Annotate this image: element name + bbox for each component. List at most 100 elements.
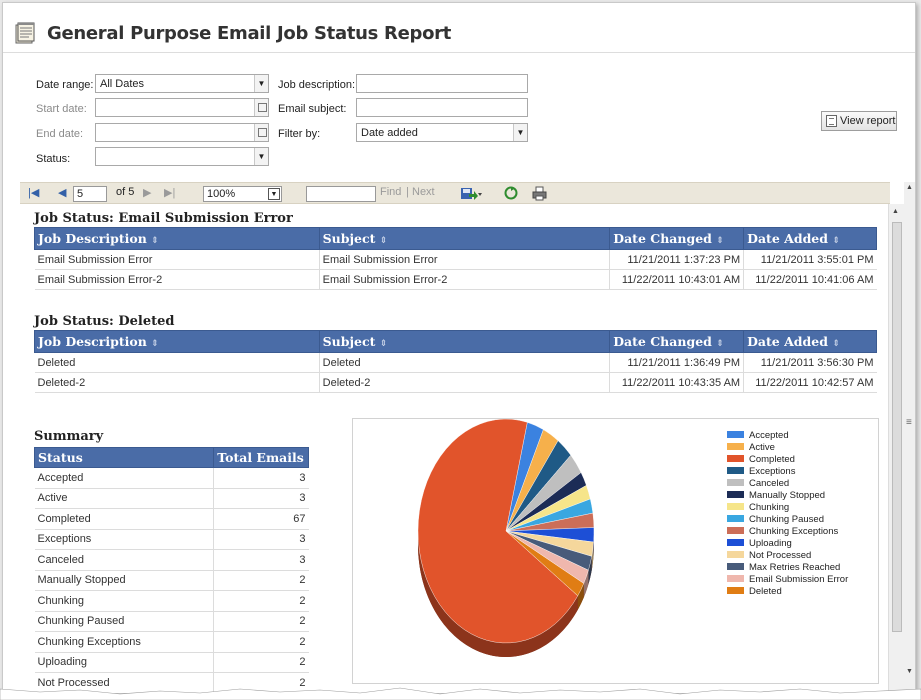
legend-label: Chunking Exceptions [749,526,839,537]
chevron-down-icon[interactable]: ▼ [268,188,280,200]
print-icon[interactable] [532,186,547,201]
chevron-down-icon[interactable]: ▼ [513,124,527,141]
summary-status-header: Status [33,447,215,468]
calendar-icon[interactable] [254,99,268,116]
scroll-down-icon[interactable]: ▼ [906,668,913,675]
legend-label: Completed [749,454,795,465]
legend-item: Canceled [727,478,848,490]
legend-swatch [727,455,744,462]
page-title: General Purpose Email Job Status Report [47,23,452,44]
first-page-icon[interactable]: |◀ [28,186,39,199]
summary-total-cell: 3 [213,488,309,509]
column-header-date-changed[interactable]: Date Changed ⇕ [609,330,745,353]
scroll-up-icon[interactable]: ▲ [892,208,899,215]
report-scrollbar[interactable]: ▲ [888,204,904,692]
page-scrollbar[interactable]: ▲ ≡ ▼ [904,182,915,692]
summary-row: Accepted 3 [34,467,309,489]
email-subject-field[interactable] [356,98,528,117]
section-title: Job Status: Deleted [34,314,175,329]
summary-row: Uploading 2 [34,652,309,673]
date-changed-cell: 11/22/2011 10:43:01 AM [609,269,744,290]
title-bar: General Purpose Email Job Status Report [3,3,915,53]
filter-by-select[interactable]: Date added ▼ [356,123,528,142]
summary-status-cell: Accepted [34,467,214,489]
column-header-subject[interactable]: Subject ⇕ [318,227,611,250]
report-toolbar: |◀ ◀ 5 of 5 ▶ ▶| 100% ▼ Find | Next [20,182,890,204]
summary-total-cell: 2 [213,611,309,632]
summary-total-cell: 3 [213,529,309,550]
table-row: Email Submission Error Email Submission … [34,249,877,270]
status-select[interactable]: ▼ [95,147,269,166]
legend-item: Exceptions [727,466,848,478]
legend-item: Completed [727,454,848,466]
start-date-field[interactable] [95,98,269,117]
date-range-select[interactable]: All Dates ▼ [95,74,269,93]
sort-icon: ⇕ [832,236,840,246]
legend-swatch [727,539,744,546]
legend-item: Max Retries Reached [727,562,848,574]
zoom-select[interactable]: 100% ▼ [203,186,282,202]
legend-label: Max Retries Reached [749,562,841,573]
job-description-cell: Deleted [34,352,320,373]
calendar-icon[interactable] [254,124,268,141]
legend-item: Accepted [727,430,848,442]
job-description-cell: Deleted-2 [34,372,320,393]
end-date-field[interactable] [95,123,269,142]
filter-by-value: Date added [361,127,418,139]
sort-icon: ⇕ [716,236,724,246]
summary-row: Chunking 2 [34,590,309,612]
export-icon[interactable] [460,186,482,201]
table-row: Email Submission Error-2 Email Submissio… [34,269,877,290]
sort-icon: ⇕ [379,339,388,349]
find-separator: | [406,186,409,198]
column-header-date-changed[interactable]: Date Changed ⇕ [609,227,745,250]
legend-swatch [727,551,744,558]
column-header-date-added[interactable]: Date Added ⇕ [743,227,877,250]
legend-label: Chunking Paused [749,514,824,525]
subject-cell: Deleted-2 [318,372,610,393]
summary-row: Manually Stopped 2 [34,570,309,591]
legend-swatch [727,575,744,582]
start-date-label: Start date: [36,103,87,115]
page-number-input[interactable]: 5 [73,186,107,202]
column-header-date-added[interactable]: Date Added ⇕ [743,330,877,353]
summary-status-cell: Completed [34,508,214,530]
view-report-button[interactable]: View report [821,111,897,131]
legend-item: Manually Stopped [727,490,848,502]
last-page-icon[interactable]: ▶| [164,186,175,199]
chevron-down-icon[interactable]: ▼ [254,148,268,165]
job-status-table: Job Description ⇕ Subject ⇕ Date Changed… [34,330,877,393]
legend-label: Email Submission Error [749,574,849,585]
previous-page-icon[interactable]: ◀ [58,186,66,199]
pie-chart-canvas [417,418,595,657]
legend-label: Chunking [749,502,790,513]
legend-label: Active [749,442,775,453]
scroll-grip-icon[interactable]: ≡ [906,417,912,428]
zoom-value: 100% [207,188,236,200]
summary-status-cell: Chunking Exceptions [34,631,214,653]
column-header-job-description[interactable]: Job Description ⇕ [34,330,320,353]
sort-icon: ⇕ [716,339,724,349]
legend-swatch [727,563,744,570]
next-link[interactable]: Next [412,186,435,198]
scrollbar-thumb[interactable] [892,222,902,632]
summary-row: Chunking Paused 2 [34,611,309,632]
find-input[interactable] [306,186,376,202]
date-changed-cell: 11/21/2011 1:37:23 PM [609,249,744,270]
legend-swatch [727,491,744,498]
legend-swatch [727,515,744,522]
chevron-down-icon[interactable]: ▼ [254,75,268,92]
next-page-icon[interactable]: ▶ [143,186,151,199]
legend-item: Active [727,442,848,454]
scroll-up-icon[interactable]: ▲ [906,184,913,191]
date-range-label: Date range: [36,79,94,91]
column-header-subject[interactable]: Subject ⇕ [318,330,611,353]
job-description-field[interactable] [356,74,528,93]
legend-swatch [727,479,744,486]
refresh-icon[interactable] [504,186,518,200]
job-description-cell: Email Submission Error-2 [34,269,320,290]
column-header-job-description[interactable]: Job Description ⇕ [34,227,320,250]
report-notepad-icon [15,22,35,44]
find-link[interactable]: Find [380,186,401,198]
legend-label: Deleted [749,586,782,597]
